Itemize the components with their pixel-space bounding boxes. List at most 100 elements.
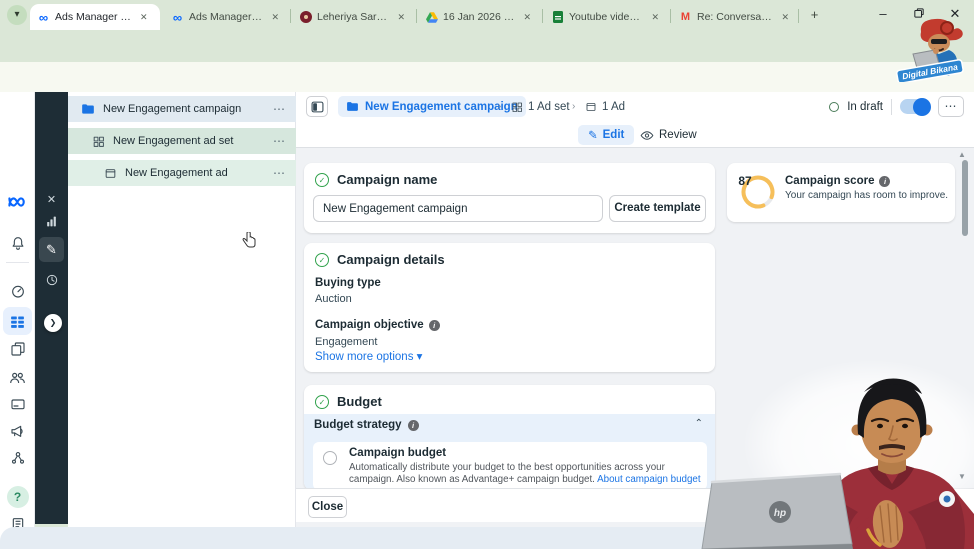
tab-close-icon[interactable]: ✕ (521, 12, 531, 23)
browser-tab-2[interactable]: ∞ Ads Manager - Ma ✕ (164, 4, 286, 30)
tree-item-ad[interactable]: New Engagement ad ⋯ (68, 160, 296, 186)
tab-close-icon[interactable]: ✕ (395, 12, 405, 23)
publish-toggle[interactable] (900, 97, 931, 116)
campaign-name-input[interactable] (313, 195, 603, 222)
folder-icon (82, 104, 94, 114)
campaigns-table-icon[interactable] (0, 308, 35, 334)
tab-review-label: Review (659, 129, 697, 141)
site-favicon (299, 11, 312, 23)
header-divider (891, 98, 892, 115)
info-icon[interactable]: i (428, 319, 440, 331)
breadcrumb-chevron-icon: › (572, 101, 576, 112)
radio-button[interactable] (323, 451, 337, 465)
tab-title: Ads Manager - Ma (55, 11, 133, 23)
close-panel-icon[interactable]: ✕ (35, 187, 68, 211)
about-campaign-budget-link[interactable]: About campaign budget (597, 474, 701, 485)
check-circle-icon: ✓ (315, 172, 329, 187)
expand-panel-chevron-icon[interactable]: ❯ (44, 314, 62, 332)
campaign-name-card: ✓ Campaign name Create template (304, 163, 715, 233)
campaign-budget-option[interactable]: Campaign budget Automatically distribute… (313, 442, 707, 490)
new-tab-button[interactable]: + (806, 7, 823, 24)
breadcrumb-ad[interactable]: 1 Ad (585, 96, 625, 117)
objective-value: Engagement (315, 336, 378, 348)
help-icon[interactable]: ? (0, 484, 35, 510)
tree-item-label: New Engagement ad set (113, 135, 234, 147)
bookmarks-bar: All Bookmarks (0, 62, 974, 154)
account-overview-icon[interactable] (0, 278, 35, 304)
card-title: Budget (337, 394, 382, 409)
hp-logo: hp (774, 508, 786, 519)
more-options-button[interactable]: ⋯ (938, 96, 964, 117)
buying-type-label: Buying type (315, 277, 381, 289)
close-button[interactable]: Close (308, 496, 347, 518)
toggle-knob[interactable] (913, 97, 931, 116)
item-menu-dots-icon[interactable]: ⋯ (273, 134, 286, 148)
ad-frame-icon (105, 168, 116, 178)
draft-status-icon (829, 101, 840, 112)
editor-header: New Engagement campaign › 1 Ad set › 1 A… (296, 92, 974, 121)
item-menu-dots-icon[interactable]: ⋯ (273, 102, 286, 116)
notifications-bell-icon[interactable] (0, 230, 35, 256)
gmail-favicon: M (680, 11, 691, 23)
campaign-score-card: 87 Campaign score i Your campaign has ro… (727, 163, 955, 222)
draft-status-label: In draft (847, 100, 883, 113)
scroll-up-icon[interactable]: ▲ (958, 150, 966, 159)
card-title: Campaign details (337, 252, 445, 267)
browser-tab-strip: ▾ ∞ Ads Manager - Ma ✕ ∞ Ads Manager - M… (0, 0, 974, 30)
global-nav-rail: ? ⚙ (0, 92, 35, 549)
caret-down-icon: ▾ (416, 351, 423, 363)
info-icon[interactable]: i (407, 419, 419, 431)
check-circle-icon: ✓ (315, 394, 329, 409)
tab-close-icon[interactable]: ✕ (138, 12, 148, 23)
tree-item-adset[interactable]: New Engagement ad set ⋯ (68, 128, 296, 154)
tab-search-icon[interactable]: ▾ (7, 5, 27, 25)
tree-item-label: New Engagement ad (125, 167, 228, 179)
editor-tool-rail: ✕ ✎ (35, 92, 68, 524)
meta-favicon: ∞ (172, 9, 183, 25)
tab-review[interactable]: Review (640, 125, 697, 145)
tab-close-icon[interactable]: ✕ (649, 12, 659, 23)
ads-reporting-icon[interactable] (0, 336, 35, 362)
browser-tab-6[interactable]: M Re: Conversation w ✕ (672, 4, 796, 30)
browser-tab-1[interactable]: ∞ Ads Manager - Ma ✕ (30, 4, 160, 30)
tab-divider (290, 9, 291, 23)
info-icon[interactable]: i (879, 175, 891, 187)
tab-close-icon[interactable]: ✕ (269, 12, 279, 23)
folder-icon (347, 102, 358, 111)
create-template-button[interactable]: Create template (609, 195, 706, 222)
tab-edit[interactable]: ✎ Edit (578, 125, 635, 145)
show-more-options-link[interactable]: Show more options ▾ (315, 349, 422, 363)
tab-title: Re: Conversation w (697, 11, 775, 23)
breadcrumb-adset[interactable]: 1 Ad set (511, 96, 570, 117)
card-title: Campaign name (337, 172, 438, 187)
breadcrumb-ad-label: 1 Ad (602, 100, 626, 113)
advertise-megaphone-icon[interactable] (0, 418, 35, 444)
meta-logo[interactable] (0, 189, 35, 215)
tab-close-icon[interactable]: ✕ (779, 12, 789, 23)
tab-title: Ads Manager - Ma (189, 11, 264, 23)
edit-review-tabs: ✎ Edit Review (296, 121, 974, 148)
mouse-cursor (242, 231, 256, 253)
channel-sticker: Digital Bikana (896, 18, 964, 82)
window-minimize-button[interactable]: – (874, 6, 892, 21)
item-menu-dots-icon[interactable]: ⋯ (273, 166, 286, 180)
edit-pencil-icon[interactable]: ✎ (35, 238, 68, 262)
browser-tab-3[interactable]: Leheriya Saree – li ✕ (292, 4, 412, 30)
tab-divider (798, 9, 799, 23)
events-manager-icon[interactable] (0, 445, 35, 471)
browser-tab-5[interactable]: Youtube videos co ✕ (544, 4, 666, 30)
toggle-sidebar-button[interactable] (306, 96, 328, 117)
performance-chart-icon[interactable] (35, 209, 68, 233)
breadcrumb-adset-label: 1 Ad set (528, 100, 570, 113)
billing-card-icon[interactable] (0, 391, 35, 417)
check-circle-icon: ✓ (315, 252, 329, 267)
history-clock-icon[interactable] (35, 268, 68, 292)
browser-tab-4[interactable]: 16 Jan 2026 - Goo ✕ (418, 4, 538, 30)
tab-title: 16 Jan 2026 - Goo (443, 11, 516, 23)
tree-item-campaign[interactable]: New Engagement campaign ⋯ (68, 96, 296, 122)
scrollbar-thumb[interactable] (962, 160, 968, 236)
audiences-icon[interactable] (0, 364, 35, 390)
score-description: Your campaign has room to improve. (785, 190, 949, 201)
budget-card: ✓ Budget Budget strategy i ⌃ Campaign bu… (304, 385, 715, 490)
pencil-icon: ✎ (588, 130, 598, 142)
